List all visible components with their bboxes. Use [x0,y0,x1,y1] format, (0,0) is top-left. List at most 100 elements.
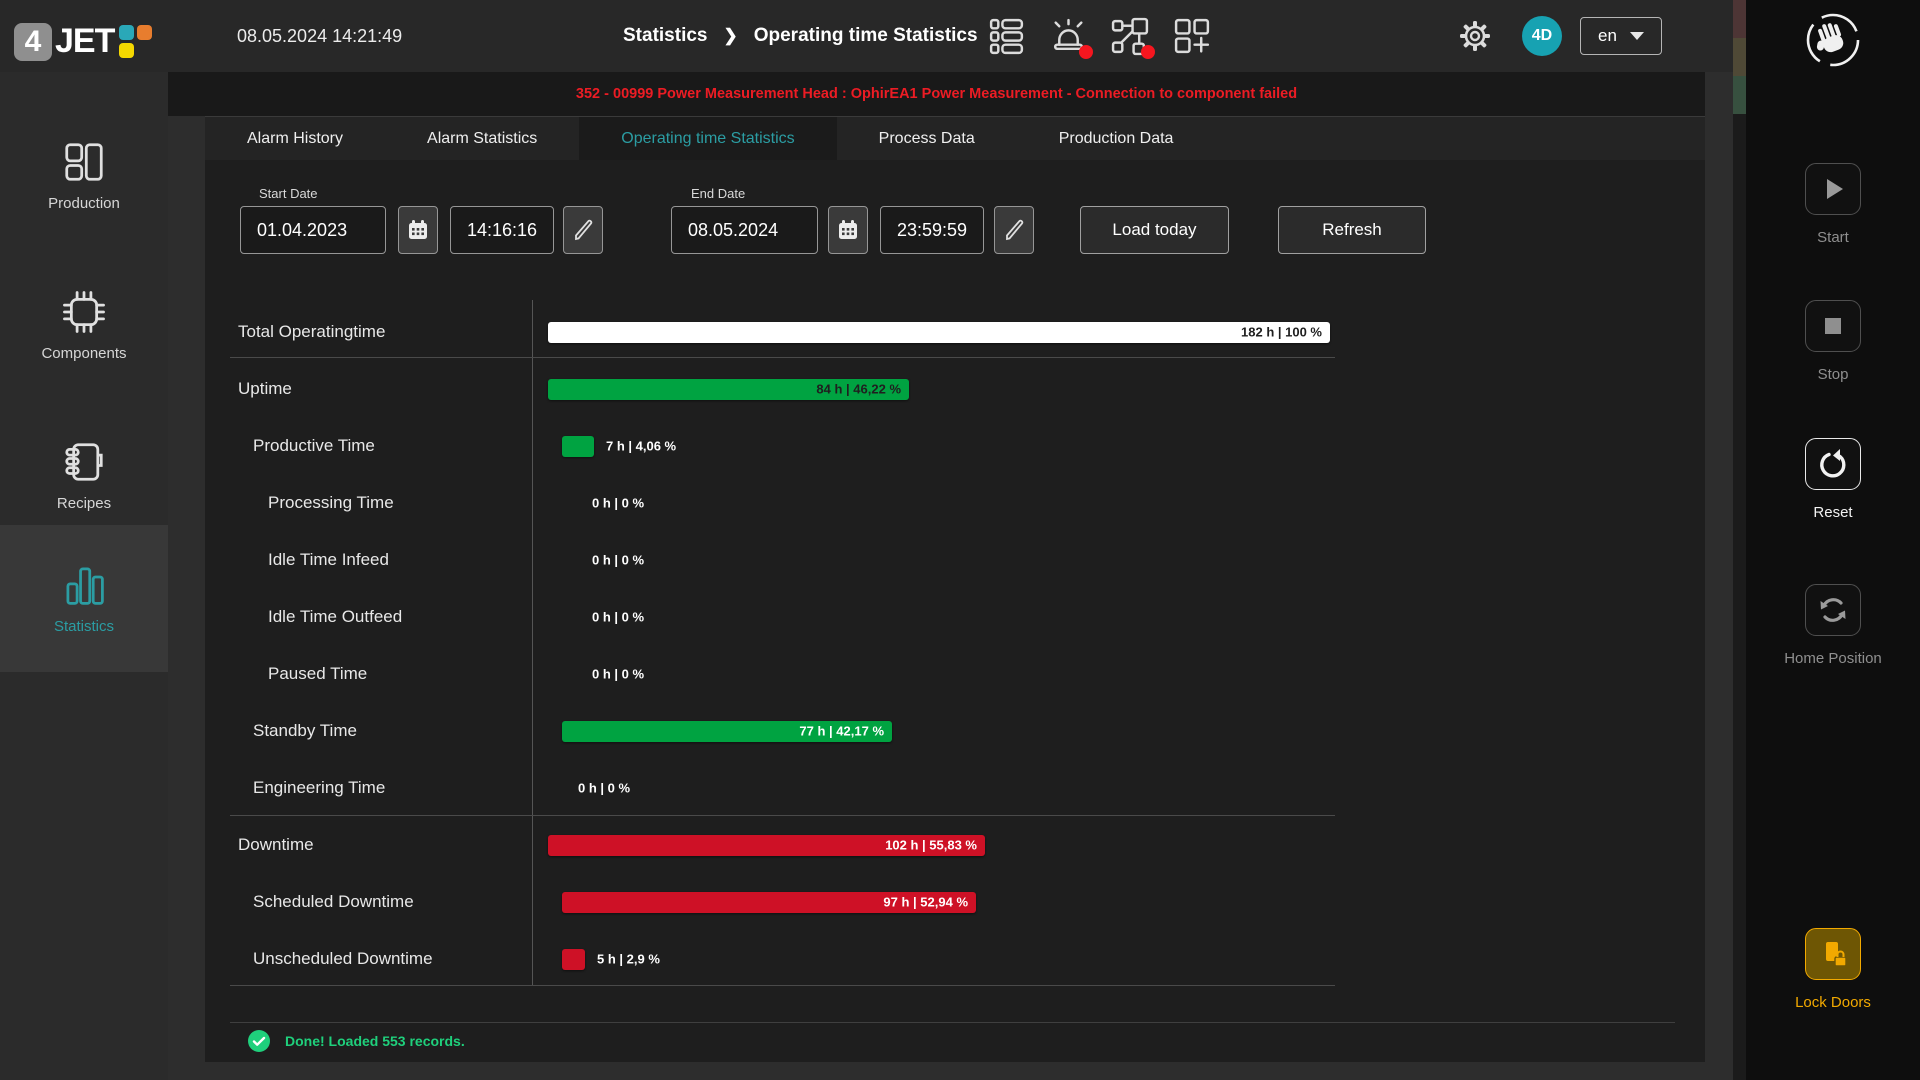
active-alarm-banner[interactable]: 352 - 00999 Power Measurement Head : Oph… [168,72,1705,116]
bar-value-paused-time: 0 h | 0 % [592,667,644,682]
bar-track: 0 h | 0 % [548,607,1330,628]
end-date-input[interactable]: 08.05.2024 [671,206,818,254]
chart-row-total-operatingtime: Total Operatingtime 182 h | 100 % [205,304,1705,361]
chart-row-unscheduled-downtime: Unscheduled Downtime5 h | 2,9 % [205,931,1705,988]
reset-arrow-icon [1816,447,1850,481]
chart-row-engineering-time: Engineering Time 0 h | 0 % [205,760,1705,817]
tower-light-green [1733,76,1746,114]
start-date-input[interactable]: 01.04.2023 [240,206,386,254]
chevron-down-icon [1630,32,1644,40]
control-label: Start [1817,229,1849,246]
order-list-icon[interactable] [986,16,1027,57]
bar-value-scheduled-downtime: 97 h | 52,94 % [883,895,968,910]
status-divider [230,1022,1675,1023]
alarm-notification-badge [1079,45,1093,59]
breadcrumb-section[interactable]: Statistics [623,25,707,47]
network-notification-badge [1141,45,1155,59]
components-icon [61,289,107,335]
reset-button[interactable]: Reset [1746,438,1920,521]
bar-track: 84 h | 46,22 % [548,379,1330,400]
bar-productive-time [562,436,594,457]
breadcrumb-page: Operating time Statistics [754,25,978,47]
bar-value-idle-time-outfeed: 0 h | 0 % [592,610,644,625]
operating-time-statistics-panel: Start Date 01.04.2023 14:16:16 End Date … [205,160,1705,1062]
logo-dot-teal [119,25,134,40]
stop-button[interactable]: Stop [1746,300,1920,383]
home-position-button[interactable]: Home Position [1746,584,1920,667]
tab-production-data[interactable]: Production Data [1017,117,1216,160]
chart-row-standby-time: Standby Time77 h | 42,17 % [205,703,1705,760]
sidebar-item-label: Production [48,195,120,212]
logo-dots [119,25,152,58]
control-label: Home Position [1784,650,1882,667]
sidebar-item-label: Recipes [57,495,111,512]
tab-alarm-statistics[interactable]: Alarm Statistics [385,117,579,160]
left-navigation-sidebar: Production Components Recipes [0,72,168,1080]
end-date-calendar-button[interactable] [828,206,868,254]
bar-value-engineering-time: 0 h | 0 % [578,781,630,796]
sidebar-item-statistics[interactable]: Statistics [0,525,168,672]
bar-track: 0 h | 0 % [548,778,1330,799]
section-divider [230,815,1335,816]
tab-alarm-history[interactable]: Alarm History [205,117,385,160]
recipes-icon [61,439,107,485]
section-divider [230,357,1335,358]
load-today-button[interactable]: Load today [1080,206,1229,254]
chart-row-productive-time: Productive Time7 h | 4,06 % [205,418,1705,475]
bar-track: 102 h | 55,83 % [548,835,1330,856]
bar-value-unscheduled-downtime: 5 h | 2,9 % [597,952,660,967]
row-label-idle-time-outfeed: Idle Time Outfeed [205,607,532,627]
start-button[interactable]: Start [1746,163,1920,246]
tower-light-yellow [1733,38,1746,76]
statistics-icon [61,562,107,608]
bar-value-productive-time: 7 h | 4,06 % [606,439,676,454]
language-selector[interactable]: en [1580,17,1662,55]
start-time-edit-button[interactable] [563,206,603,254]
refresh-button[interactable]: Refresh [1278,206,1426,254]
bar-track: 0 h | 0 % [548,493,1330,514]
user-avatar[interactable]: 4D [1522,16,1562,56]
row-label-engineering-time: Engineering Time [205,778,532,798]
start-date-label: Start Date [259,186,318,201]
statistics-tab-bar: Alarm HistoryAlarm StatisticsOperating t… [205,116,1705,160]
top-header-bar: 4 JET 08.05.2024 14:21:49 Statistics ❯ O… [0,0,1733,72]
sidebar-item-components[interactable]: Components [0,250,168,400]
alarm-beacon-icon[interactable] [1048,16,1089,57]
bar-value-processing-time: 0 h | 0 % [592,496,644,511]
sidebar-item-production[interactable]: Production [0,100,168,250]
bar-value-uptime: 84 h | 46,22 % [816,382,901,397]
component-network-icon[interactable] [1110,16,1151,57]
tab-process-data[interactable]: Process Data [837,117,1017,160]
chart-row-uptime: Uptime 84 h | 46,22 % [205,361,1705,418]
status-message: Done! Loaded 553 records. [285,1033,465,1049]
lock-doors-button[interactable]: Lock Doors [1746,928,1920,1011]
breadcrumb: Statistics ❯ Operating time Statistics [623,0,978,72]
row-label-uptime: Uptime [205,379,532,399]
tab-operating-time-statistics[interactable]: Operating time Statistics [579,117,836,160]
logo-dot-orange [137,25,152,40]
end-time-input[interactable]: 23:59:59 [880,206,984,254]
control-label: Lock Doors [1795,994,1871,1011]
bar-standby-time: 77 h | 42,17 % [562,721,892,742]
sidebar-item-label: Components [41,345,126,362]
pencil-icon [1002,218,1026,242]
end-time-edit-button[interactable] [994,206,1034,254]
tower-light-red [1733,0,1746,38]
play-icon [1816,172,1850,206]
4jet-logo: 4 JET [14,22,152,61]
row-label-total-operatingtime: Total Operatingtime [205,322,532,342]
bar-track: 97 h | 52,94 % [548,892,1330,913]
grid-add-icon[interactable] [1172,16,1213,57]
start-time-input[interactable]: 14:16:16 [450,206,554,254]
start-date-calendar-button[interactable] [398,206,438,254]
manual-mode-hand-icon[interactable] [1805,12,1861,68]
bar-scheduled-downtime: 97 h | 52,94 % [562,892,976,913]
bar-total-operatingtime: 182 h | 100 % [548,322,1330,343]
gear-icon[interactable] [1455,16,1495,56]
bar-track: 182 h | 100 % [548,322,1330,343]
chart-row-paused-time: Paused Time0 h | 0 % [205,646,1705,703]
bar-track: 77 h | 42,17 % [548,721,1330,742]
calendar-icon [406,218,430,242]
main-content-area: 352 - 00999 Power Measurement Head : Oph… [168,72,1733,1080]
bar-track: 7 h | 4,06 % [548,436,1330,457]
